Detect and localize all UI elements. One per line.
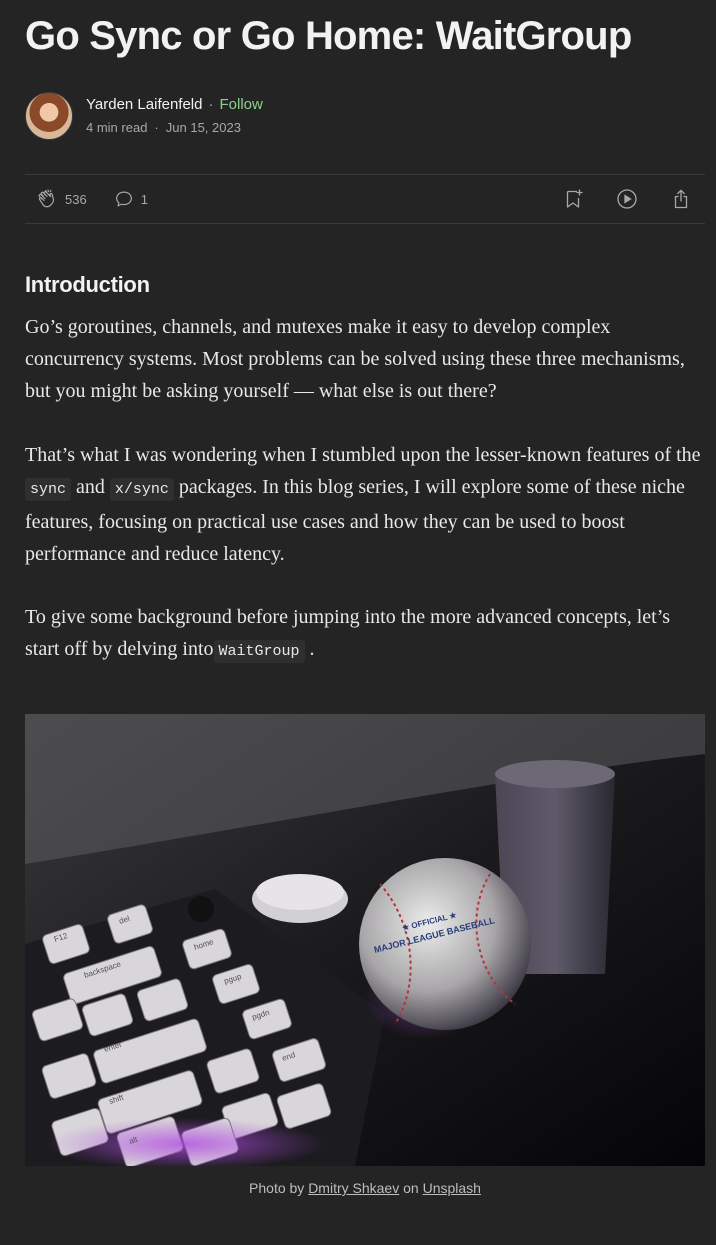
- article-title: Go Sync or Go Home: WaitGroup: [25, 14, 632, 58]
- comment-icon: [115, 191, 132, 207]
- response-count: 1: [140, 191, 148, 207]
- article-photo: ★ OFFICIAL ★ MAJOR LEAGUE BASEBALL F12 d…: [25, 714, 705, 1166]
- photo-caption: Photo by Dmitry Shkaev on Unsplash: [25, 1178, 705, 1198]
- paragraph-1: Go’s goroutines, channels, and mutexes m…: [25, 316, 685, 402]
- clap-button[interactable]: 536: [35, 187, 87, 211]
- follow-button[interactable]: Follow: [219, 94, 262, 116]
- play-icon: [617, 189, 637, 209]
- bookmark-add-icon: [566, 189, 583, 208]
- author-avatar[interactable]: [25, 92, 73, 140]
- author-name[interactable]: Yarden Laifenfeld: [86, 94, 202, 116]
- section-heading: Introduction: [25, 272, 150, 297]
- responses-button[interactable]: 1: [113, 188, 148, 210]
- unsplash-link[interactable]: Unsplash: [423, 1180, 481, 1196]
- clap-icon: [38, 189, 54, 208]
- paragraph-text: and: [71, 476, 110, 498]
- paragraph-text: To give some background before jumping i…: [25, 606, 671, 660]
- inline-code-sync: sync: [25, 478, 72, 501]
- paragraph-2: That’s what I was wondering when I stumb…: [25, 439, 705, 570]
- separator-dot: ·: [208, 96, 214, 113]
- author-meta: Yarden Laifenfeld · Follow 4 min read · …: [86, 94, 263, 138]
- publish-date: Jun 15, 2023: [165, 120, 241, 135]
- paragraph-text: .: [304, 638, 315, 660]
- photographer-link[interactable]: Dmitry Shkaev: [308, 1180, 399, 1196]
- paragraph-3: To give some background before jumping i…: [25, 601, 705, 668]
- share-icon: [674, 189, 688, 209]
- paragraph-text: That’s what I was wondering when I stumb…: [25, 444, 701, 466]
- share-button[interactable]: [669, 187, 693, 211]
- inline-code-x-sync: x/sync: [109, 478, 174, 501]
- clap-count: 536: [65, 191, 87, 207]
- action-bar: 536 1: [25, 174, 705, 224]
- caption-text: on: [399, 1180, 423, 1196]
- caption-text: Photo by: [249, 1180, 309, 1196]
- byline: Yarden Laifenfeld · Follow 4 min read · …: [25, 92, 263, 140]
- read-time: 4 min read: [86, 120, 148, 135]
- inline-code-waitgroup: WaitGroup: [213, 640, 305, 663]
- listen-button[interactable]: [615, 187, 639, 211]
- separator-dot: ·: [154, 120, 159, 135]
- bookmark-button[interactable]: [561, 187, 585, 211]
